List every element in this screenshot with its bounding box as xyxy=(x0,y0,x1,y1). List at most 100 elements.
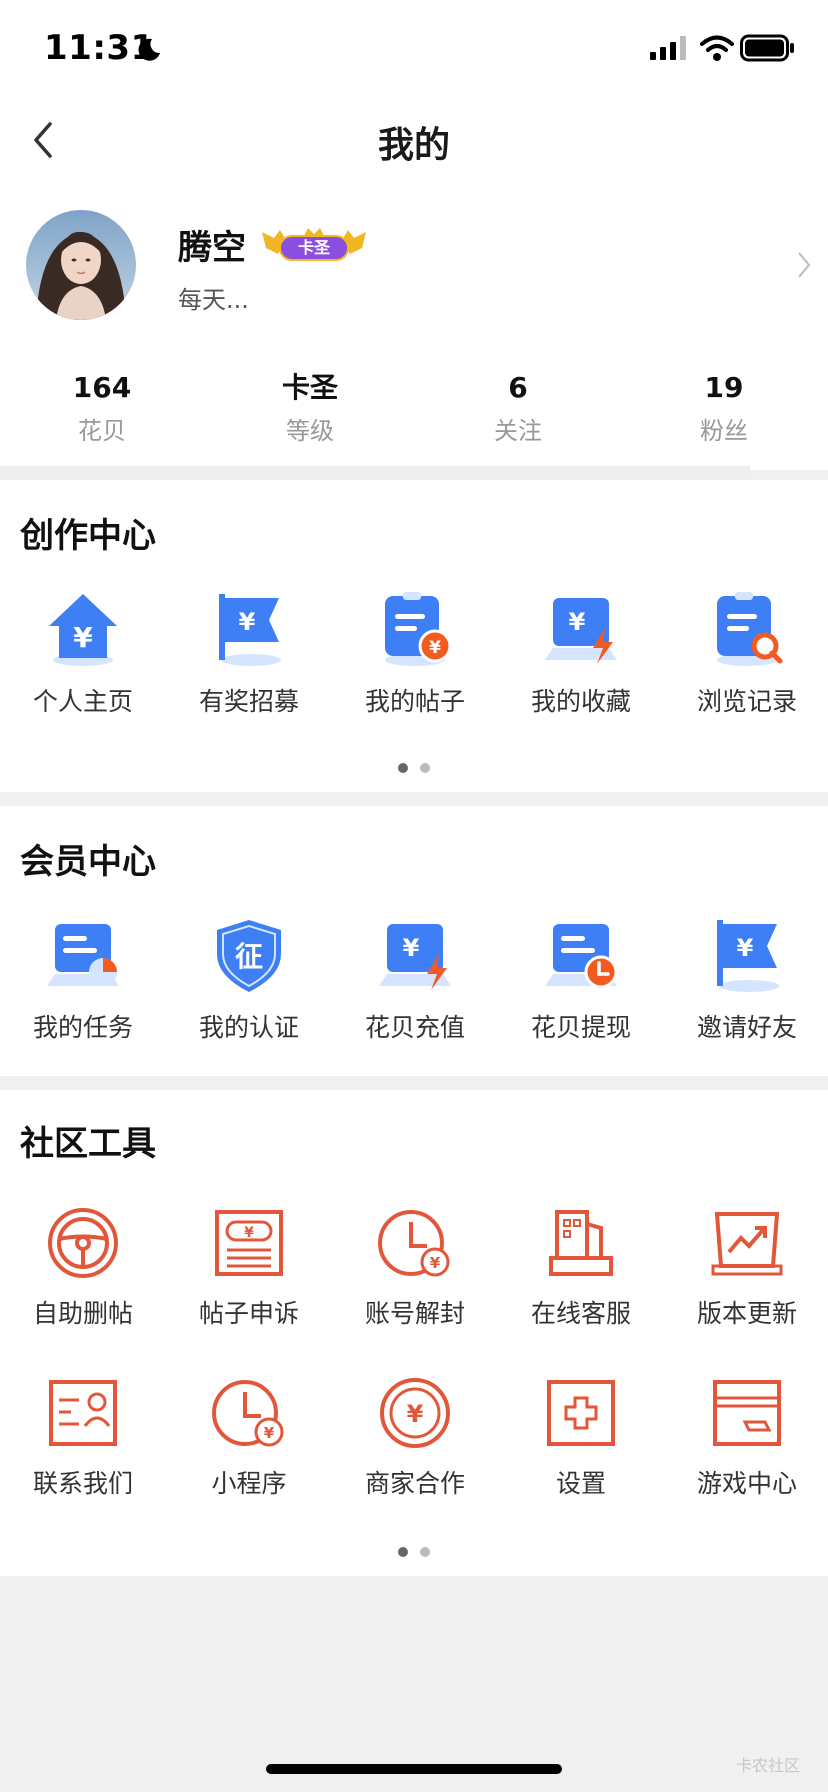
monitor-clock-icon xyxy=(545,924,618,989)
stat-level[interactable]: 卡圣 等级 xyxy=(220,370,400,446)
item-label: 游戏中心 xyxy=(696,1469,797,1498)
stat-value: 164 xyxy=(72,371,132,404)
grid-item-settings[interactable]: 设置 xyxy=(498,1376,664,1500)
grid-item-reward-recruit[interactable]: ¥ 有奖招募 xyxy=(166,590,332,718)
building-icon xyxy=(549,1210,613,1276)
stat-value: 卡圣 xyxy=(281,371,338,404)
profile-stats: 164 花贝 卡圣 等级 6 关注 19 粉丝 xyxy=(0,370,828,450)
stat-huabei[interactable]: 164 花贝 xyxy=(12,370,192,446)
flag-yuan-icon: ¥ xyxy=(219,594,281,666)
grid-item-contact-us[interactable]: 联系我们 xyxy=(0,1376,166,1500)
svg-text:¥: ¥ xyxy=(239,608,256,636)
stat-value: 19 xyxy=(704,371,744,404)
shield-icon-text: 征 xyxy=(235,940,263,973)
item-label: 我的认证 xyxy=(198,1013,299,1042)
item-label: 邀请好友 xyxy=(696,1013,797,1042)
monitor-pie-icon xyxy=(47,924,119,986)
stat-label: 粉丝 xyxy=(700,417,748,445)
section-title: 会员中心 xyxy=(20,842,156,882)
chevron-right-icon[interactable] xyxy=(796,250,812,280)
grid-item-post-appeal[interactable]: ¥ 帖子申诉 xyxy=(166,1206,332,1330)
item-label: 版本更新 xyxy=(696,1299,797,1328)
grid-item-mini-program[interactable]: ¥ 小程序 xyxy=(166,1376,332,1500)
svg-text:¥: ¥ xyxy=(407,1400,424,1428)
divider xyxy=(0,466,750,480)
clipboard-search-icon xyxy=(717,592,783,666)
battery-icon xyxy=(740,34,794,62)
grid-item-huabei-withdraw[interactable]: 花贝提现 xyxy=(498,916,664,1044)
grid-item-merchant-cooperation[interactable]: ¥ 商家合作 xyxy=(332,1376,498,1500)
stat-label: 关注 xyxy=(494,417,542,445)
grid-item-self-delete[interactable]: 自助删帖 xyxy=(0,1206,166,1330)
stat-following[interactable]: 6 关注 xyxy=(428,370,608,446)
item-label: 花贝提现 xyxy=(530,1013,631,1042)
grid-item-my-tasks[interactable]: 我的任务 xyxy=(0,916,166,1044)
monitor-yuan-lightning-icon: ¥ xyxy=(545,598,617,664)
contact-card-icon xyxy=(49,1380,117,1446)
steering-wheel-icon xyxy=(48,1208,118,1278)
page-dot[interactable] xyxy=(398,1547,408,1557)
member-center-section: 会员中心 我的任务 征 我的认证 ¥ 花贝充值 花贝提现 ¥ 邀请好友 xyxy=(0,806,828,1076)
bio-text: 每天... xyxy=(178,286,249,314)
ticket-yuan-icon: ¥ xyxy=(215,1210,283,1276)
home-indicator[interactable] xyxy=(266,1764,562,1774)
clock-yuan-icon: ¥ xyxy=(212,1380,284,1447)
moon-icon xyxy=(138,38,160,61)
page-title: 我的 xyxy=(377,125,450,166)
grid-item-my-certification[interactable]: 征 我的认证 xyxy=(166,916,332,1044)
page-dot[interactable] xyxy=(420,1547,430,1557)
status-bar: 11:31 xyxy=(0,0,828,100)
section-title: 社区工具 xyxy=(20,1124,156,1164)
plus-box-icon xyxy=(547,1380,615,1446)
avatar[interactable] xyxy=(26,210,136,320)
document-coin-icon: ¥ xyxy=(385,592,452,666)
grid-item-online-service[interactable]: 在线客服 xyxy=(498,1206,664,1330)
item-label: 我的帖子 xyxy=(364,687,465,716)
monitor-yuan-lightning-icon: ¥ xyxy=(379,924,451,990)
coin-yuan-icon: ¥ xyxy=(380,1378,450,1448)
svg-text:¥: ¥ xyxy=(429,638,441,658)
item-label: 商家合作 xyxy=(364,1469,465,1498)
stat-label: 等级 xyxy=(286,417,334,445)
grid-item-version-update[interactable]: 版本更新 xyxy=(664,1206,828,1330)
grid-item-my-posts[interactable]: ¥ 我的帖子 xyxy=(332,590,498,718)
level-badge: 卡圣 xyxy=(258,224,370,264)
grid-item-huabei-recharge[interactable]: ¥ 花贝充值 xyxy=(332,916,498,1044)
clock-yuan-icon: ¥ xyxy=(378,1210,450,1277)
svg-text:¥: ¥ xyxy=(264,1424,275,1442)
stat-fans[interactable]: 19 粉丝 xyxy=(634,370,814,446)
stat-value: 6 xyxy=(508,371,528,404)
grid-item-account-unban[interactable]: ¥ 账号解封 xyxy=(332,1206,498,1330)
grid-item-browse-history[interactable]: 浏览记录 xyxy=(664,590,828,718)
flag-yuan-icon: ¥ xyxy=(717,920,779,992)
svg-text:¥: ¥ xyxy=(737,934,754,962)
item-label: 花贝充值 xyxy=(364,1013,465,1042)
grid-item-personal-home[interactable]: ¥ 个人主页 xyxy=(0,590,166,718)
page-indicator xyxy=(0,758,828,777)
item-label: 我的收藏 xyxy=(530,687,631,716)
item-label: 小程序 xyxy=(211,1469,287,1498)
home-yuan-icon: ¥ xyxy=(49,594,117,666)
item-label: 有奖招募 xyxy=(198,687,299,716)
trend-chart-icon xyxy=(711,1212,783,1276)
creation-center-section: 创作中心 ¥ 个人主页 ¥ 有奖招募 ¥ 我的帖子 ¥ 我的收藏 浏览记录 xyxy=(0,480,828,792)
grid-item-game-center[interactable]: 游戏中心 xyxy=(664,1376,828,1500)
stat-label: 花贝 xyxy=(78,417,126,445)
card-icon xyxy=(713,1380,781,1446)
svg-text:¥: ¥ xyxy=(403,934,420,962)
shield-certification-icon: 征 xyxy=(217,920,281,992)
grid-item-my-favorites[interactable]: ¥ 我的收藏 xyxy=(498,590,664,718)
watermark: 卡农社区 xyxy=(736,1756,801,1775)
username: 腾空 xyxy=(178,228,246,268)
grid-item-invite-friends[interactable]: ¥ 邀请好友 xyxy=(664,916,828,1044)
nav-bar: 我的 xyxy=(0,100,828,180)
item-label: 联系我们 xyxy=(32,1469,133,1498)
svg-text:¥: ¥ xyxy=(569,608,586,636)
page-dot[interactable] xyxy=(420,763,430,773)
item-label: 个人主页 xyxy=(32,687,133,716)
page-dot[interactable] xyxy=(398,763,408,773)
svg-text:¥: ¥ xyxy=(73,621,93,654)
profile-card[interactable]: 腾空 卡圣 每天... 164 花贝 卡圣 等级 6 关注 19 粉丝 xyxy=(0,180,828,470)
item-label: 帖子申诉 xyxy=(198,1299,299,1328)
signal-icon xyxy=(650,36,686,60)
